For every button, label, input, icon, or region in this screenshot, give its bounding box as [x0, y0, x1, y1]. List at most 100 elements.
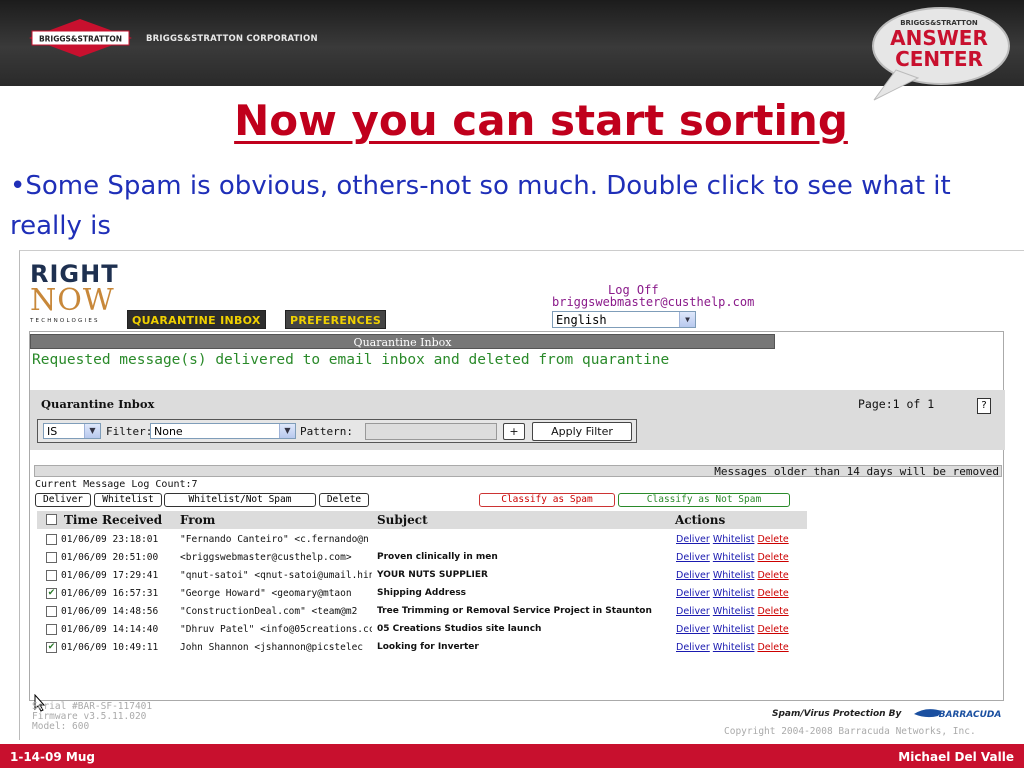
- svg-text:CENTER: CENTER: [895, 47, 983, 71]
- row-deliver-link[interactable]: Deliver: [676, 534, 710, 545]
- table-row[interactable]: ✔ 01/06/09 16:57:31 "George Howard" <geoma…: [37, 585, 807, 603]
- section-bar: Quarantine Inbox: [30, 334, 775, 349]
- row-delete-link[interactable]: Delete: [757, 552, 788, 563]
- row-checkbox[interactable]: [46, 606, 57, 617]
- delete-button[interactable]: Delete: [319, 493, 369, 507]
- slide-header: BRIGGS&STRATTON BRIGGS&STRATTON CORPORAT…: [0, 0, 1024, 101]
- classify-not-spam-button[interactable]: Classify as Not Spam: [618, 493, 790, 507]
- row-actions: Deliver Whitelist Delete: [676, 642, 789, 653]
- column-actions: Actions: [675, 513, 726, 527]
- row-time: 01/06/09 20:51:00: [61, 552, 159, 563]
- panel-title: Quarantine Inbox: [41, 397, 155, 411]
- row-whitelist-link[interactable]: Whitelist: [713, 624, 755, 635]
- row-from: "George Howard" <geomary@mtaon: [180, 588, 352, 599]
- row-deliver-link[interactable]: Deliver: [676, 624, 710, 635]
- row-actions: Deliver Whitelist Delete: [676, 570, 789, 581]
- select-all-checkbox[interactable]: [46, 514, 57, 525]
- filter-label: Filter:: [106, 425, 153, 438]
- row-from: <briggswebmaster@custhelp.com>: [180, 552, 352, 563]
- row-deliver-link[interactable]: Deliver: [676, 588, 710, 599]
- row-delete-link[interactable]: Delete: [757, 570, 788, 581]
- apply-filter-button[interactable]: Apply Filter: [532, 422, 632, 441]
- rightnow-logo: RIGHT NOW TECHNOLOGIES: [30, 260, 119, 324]
- logo-text: BRIGGS&STRATTON: [39, 35, 122, 44]
- device-info: Serial #BAR-SF-117401 Firmware v3.5.11.0…: [32, 701, 153, 732]
- row-from: "ConstructionDeal.com" <team@m2: [180, 606, 358, 617]
- row-delete-link[interactable]: Delete: [757, 606, 788, 617]
- table-row[interactable]: ✔ 01/06/09 10:49:11 John Shannon <jshannon…: [37, 639, 807, 657]
- row-delete-link[interactable]: Delete: [757, 642, 788, 653]
- whitelist-not-spam-button[interactable]: Whitelist/Not Spam: [164, 493, 316, 507]
- operator-select[interactable]: IS ▼: [43, 423, 101, 439]
- row-whitelist-link[interactable]: Whitelist: [713, 642, 755, 653]
- pattern-input[interactable]: [365, 423, 497, 440]
- row-checkbox[interactable]: ✔: [46, 642, 57, 653]
- classify-spam-button[interactable]: Classify as Spam: [479, 493, 615, 507]
- row-actions: Deliver Whitelist Delete: [676, 552, 789, 563]
- row-deliver-link[interactable]: Deliver: [676, 570, 710, 581]
- row-subject[interactable]: YOUR NUTS SUPPLIER: [377, 570, 677, 580]
- footer-date: 1-14-09 Mug: [10, 750, 95, 764]
- row-time: 01/06/09 17:29:41: [61, 570, 159, 581]
- row-time: 01/06/09 14:48:56: [61, 606, 159, 617]
- help-button[interactable]: ?: [977, 398, 991, 414]
- row-delete-link[interactable]: Delete: [757, 624, 788, 635]
- table-row[interactable]: 01/06/09 14:14:40 "Dhruv Patel" <info@05c…: [37, 621, 807, 639]
- filter-box: IS ▼ Filter: None ▼ Pattern: + Apply Fil…: [37, 419, 637, 443]
- row-checkbox[interactable]: ✔: [46, 588, 57, 599]
- briggs-stratton-logo: BRIGGS&STRATTON: [29, 19, 132, 57]
- row-actions: Deliver Whitelist Delete: [676, 588, 789, 599]
- row-checkbox[interactable]: [46, 624, 57, 635]
- row-subject[interactable]: Proven clinically in men: [377, 552, 677, 562]
- row-subject[interactable]: Shipping Address: [377, 588, 677, 598]
- table-row[interactable]: 01/06/09 20:51:00 <briggswebmaster@custhe…: [37, 549, 807, 567]
- language-select[interactable]: English ▼: [552, 311, 696, 328]
- row-delete-link[interactable]: Delete: [757, 534, 788, 545]
- row-subject[interactable]: Looking for Inverter: [377, 642, 677, 652]
- protection-label: Spam/Virus Protection By: [772, 709, 902, 719]
- message-count: Current Message Log Count:7: [35, 479, 198, 490]
- column-subject[interactable]: Subject: [377, 513, 428, 527]
- slide-title: Now you can start sorting: [234, 96, 848, 145]
- row-whitelist-link[interactable]: Whitelist: [713, 570, 755, 581]
- row-time: 01/06/09 23:18:01: [61, 534, 159, 545]
- deliver-button[interactable]: Deliver: [35, 493, 91, 507]
- answer-center-logo: BRIGGS&STRATTON ANSWER CENTER: [872, 7, 1010, 101]
- row-checkbox[interactable]: [46, 534, 57, 545]
- svg-text:BARRACUDA: BARRACUDA: [939, 710, 1002, 720]
- row-deliver-link[interactable]: Deliver: [676, 552, 710, 563]
- table-row[interactable]: 01/06/09 17:29:41 "qnut-satoi" <qnut-sato…: [37, 567, 807, 585]
- row-checkbox[interactable]: [46, 570, 57, 581]
- add-pattern-button[interactable]: +: [503, 423, 525, 440]
- row-checkbox[interactable]: [46, 552, 57, 563]
- status-message: Requested message(s) delivered to email …: [32, 352, 670, 368]
- row-whitelist-link[interactable]: Whitelist: [713, 534, 755, 545]
- footer-author: Michael Del Valle: [898, 750, 1014, 764]
- tab-preferences[interactable]: PREFERENCES: [285, 310, 387, 329]
- row-delete-link[interactable]: Delete: [757, 588, 788, 599]
- filter-select[interactable]: None ▼: [150, 423, 296, 439]
- row-deliver-link[interactable]: Deliver: [676, 642, 710, 653]
- copyright-text: Copyright 2004-2008 Barracuda Networks, …: [724, 726, 976, 737]
- row-time: 01/06/09 14:14:40: [61, 624, 159, 635]
- slide-footer: 1-14-09 Mug Michael Del Valle: [0, 744, 1024, 768]
- row-subject[interactable]: 05 Creations Studios site launch: [377, 624, 677, 634]
- row-from: "Dhruv Patel" <info@05creations.cc: [180, 624, 372, 635]
- row-whitelist-link[interactable]: Whitelist: [713, 606, 755, 617]
- table-row[interactable]: 01/06/09 23:18:01 "Fernando Canteiro" <c.…: [37, 531, 807, 549]
- row-subject[interactable]: Tree Trimming or Removal Service Project…: [377, 606, 677, 616]
- row-from: "Fernando Canteiro" <c.fernando@n: [180, 534, 369, 545]
- row-whitelist-link[interactable]: Whitelist: [713, 552, 755, 563]
- tab-quarantine-inbox[interactable]: QUARANTINE INBOX: [127, 310, 266, 329]
- column-time[interactable]: Time Received: [64, 513, 162, 527]
- column-from[interactable]: From: [180, 513, 215, 527]
- table-row[interactable]: 01/06/09 14:48:56 "ConstructionDeal.com" …: [37, 603, 807, 621]
- row-actions: Deliver Whitelist Delete: [676, 534, 789, 545]
- row-from: John Shannon <jshannon@picstelec: [180, 642, 364, 653]
- quarantine-screenshot: RIGHT NOW TECHNOLOGIES QUARANTINE INBOX …: [19, 250, 1024, 740]
- row-deliver-link[interactable]: Deliver: [676, 606, 710, 617]
- row-whitelist-link[interactable]: Whitelist: [713, 588, 755, 599]
- whitelist-button[interactable]: Whitelist: [94, 493, 162, 507]
- chevron-down-icon: ▼: [679, 312, 695, 327]
- barracuda-logo: BARRACUDA: [914, 709, 1002, 720]
